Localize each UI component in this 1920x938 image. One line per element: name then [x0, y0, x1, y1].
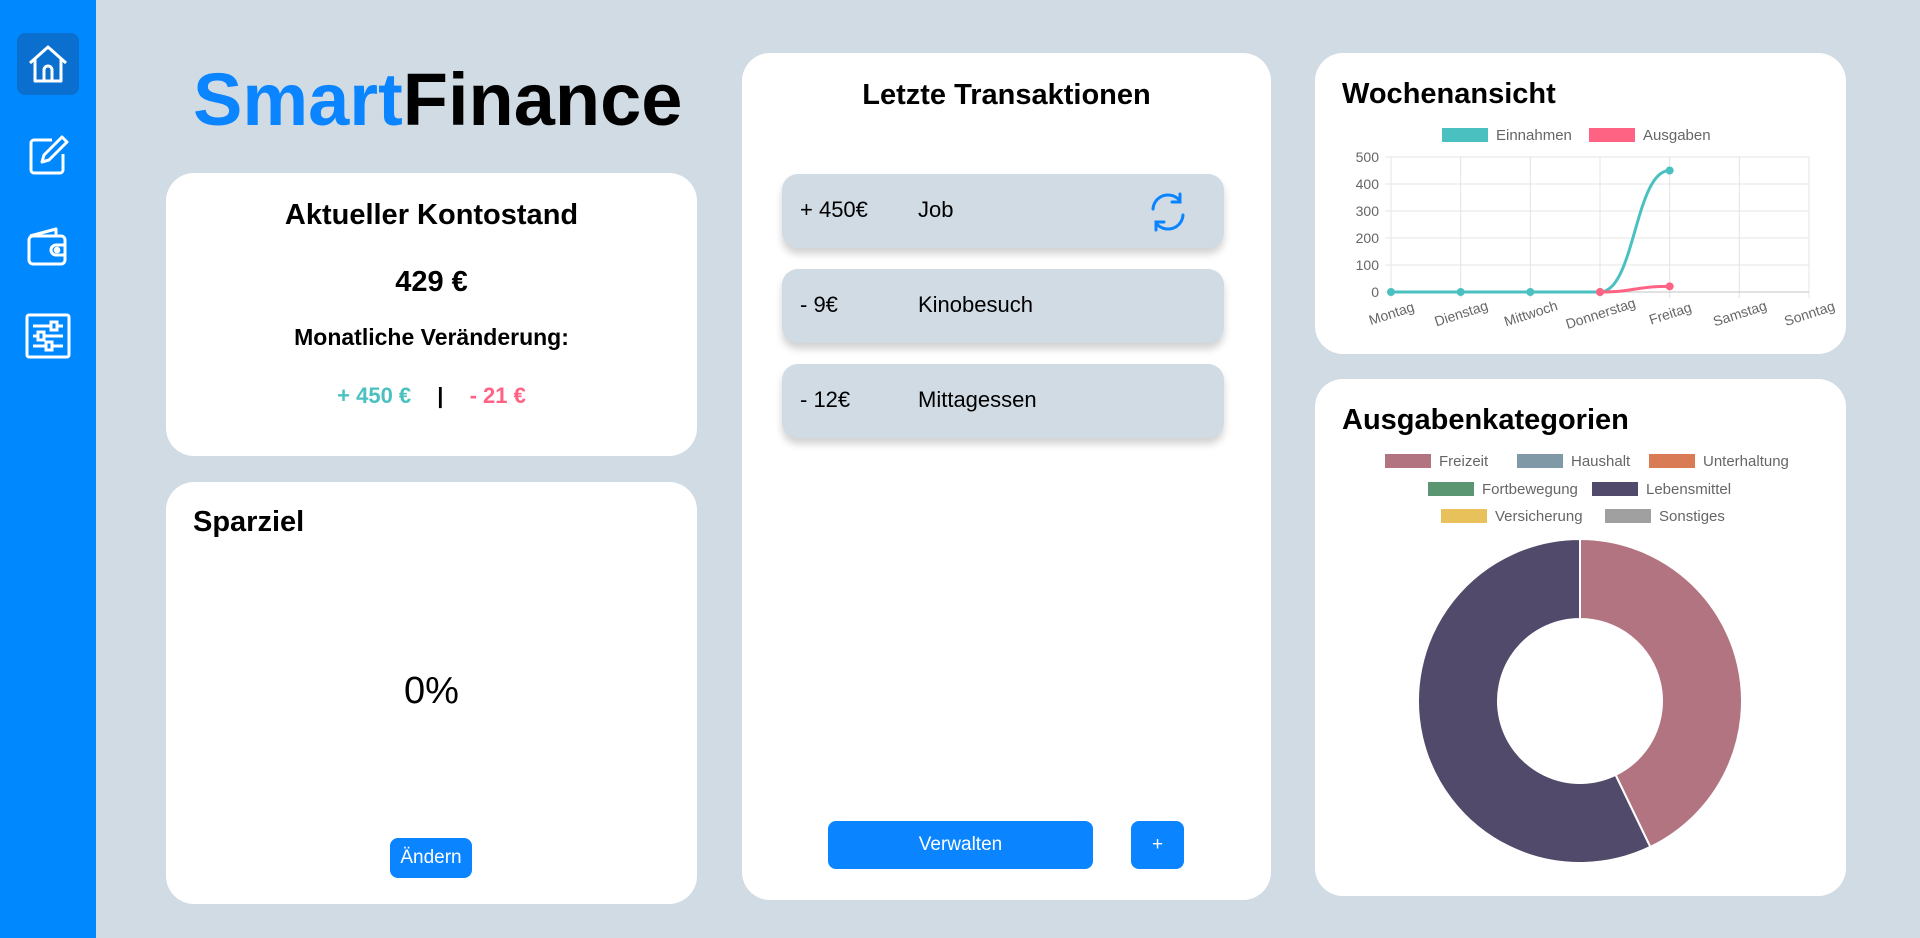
- y-tick-label: 100: [1356, 257, 1380, 273]
- x-tick-label: Samstag: [1711, 297, 1768, 329]
- data-point[interactable]: [1665, 166, 1674, 175]
- x-tick-label: Sonntag: [1782, 298, 1837, 329]
- transaction-amount: + 450€: [800, 197, 868, 222]
- add-transaction-button[interactable]: +: [1131, 821, 1184, 869]
- data-point[interactable]: [1665, 282, 1674, 291]
- monthly-income: + 450 €: [337, 383, 412, 408]
- x-tick-label: Freitag: [1647, 299, 1693, 328]
- nav-edit-button[interactable]: [17, 124, 79, 186]
- nav-wallet-button[interactable]: [17, 216, 79, 278]
- wallet-icon: [27, 227, 67, 266]
- y-tick-label: 0: [1371, 284, 1379, 300]
- logo-finance: Finance: [402, 58, 683, 141]
- balance-amount: 429 €: [395, 266, 468, 298]
- nav-home-button[interactable]: [17, 33, 79, 95]
- y-tick-label: 500: [1356, 149, 1380, 165]
- categories-donut-chart: [1417, 537, 1743, 864]
- data-point[interactable]: [1596, 288, 1604, 296]
- balance-title: Aktueller Kontostand: [284, 199, 579, 231]
- sidebar: [0, 0, 96, 938]
- savings-card: Sparziel 0% Ändern: [166, 482, 697, 904]
- transaction-name: Job: [918, 197, 954, 222]
- categories-chart-card: Ausgabenkategorien Freizeit Haushalt Unter…: [1315, 379, 1846, 896]
- data-point[interactable]: [1387, 288, 1395, 296]
- edit-icon: [29, 135, 69, 175]
- y-tick-label: 200: [1356, 230, 1380, 246]
- sliders-icon: [25, 313, 71, 359]
- transaction-row[interactable]: + 450€ Job: [782, 174, 1224, 248]
- transaction-amount: - 9€: [800, 292, 838, 317]
- monthly-change-row: + 450 € | - 21 €: [166, 383, 697, 409]
- x-tick-label: Montag: [1367, 298, 1416, 328]
- transaction-row[interactable]: - 12€ Mittagessen: [782, 364, 1224, 438]
- monthly-separator: |: [437, 383, 444, 408]
- logo-smart: Smart: [193, 58, 403, 141]
- nav-settings-button[interactable]: [17, 305, 79, 367]
- transaction-name: Mittagessen: [918, 387, 1037, 412]
- monthly-expense: - 21 €: [469, 383, 526, 408]
- monthly-change-label: Monatliche Veränderung:: [294, 324, 569, 350]
- app-logo: SmartFinance: [193, 58, 682, 142]
- refresh-icon[interactable]: [1147, 191, 1189, 233]
- manage-button[interactable]: Verwalten: [828, 821, 1093, 869]
- transaction-row[interactable]: - 9€ Kinobesuch: [782, 269, 1224, 343]
- x-tick-label: Mittwoch: [1502, 297, 1559, 329]
- savings-title: Sparziel: [193, 506, 305, 538]
- y-tick-label: 400: [1356, 176, 1380, 192]
- x-tick-label: Dienstag: [1432, 297, 1490, 329]
- data-point[interactable]: [1456, 288, 1465, 296]
- transaction-amount: - 12€: [800, 387, 851, 412]
- change-goal-button[interactable]: Ändern: [390, 838, 472, 878]
- balance-card: Aktueller Kontostand 429 € Monatliche Ve…: [166, 173, 697, 456]
- transaction-name: Kinobesuch: [918, 292, 1033, 317]
- data-point[interactable]: [1526, 288, 1535, 296]
- weekly-line-chart: 0 100 200 300 400 500 Montag Dienstag Mittwoch Do…: [1356, 149, 1837, 332]
- transactions-title: Letzte Transaktionen: [862, 79, 1151, 111]
- home-icon: [29, 45, 67, 83]
- y-tick-label: 300: [1356, 203, 1380, 219]
- weekly-chart-card: Wochenansicht Einnahmen Ausgaben 0 100 200…: [1315, 53, 1846, 354]
- savings-percent: 0%: [404, 670, 459, 712]
- x-tick-label: Donnerstag: [1564, 294, 1638, 332]
